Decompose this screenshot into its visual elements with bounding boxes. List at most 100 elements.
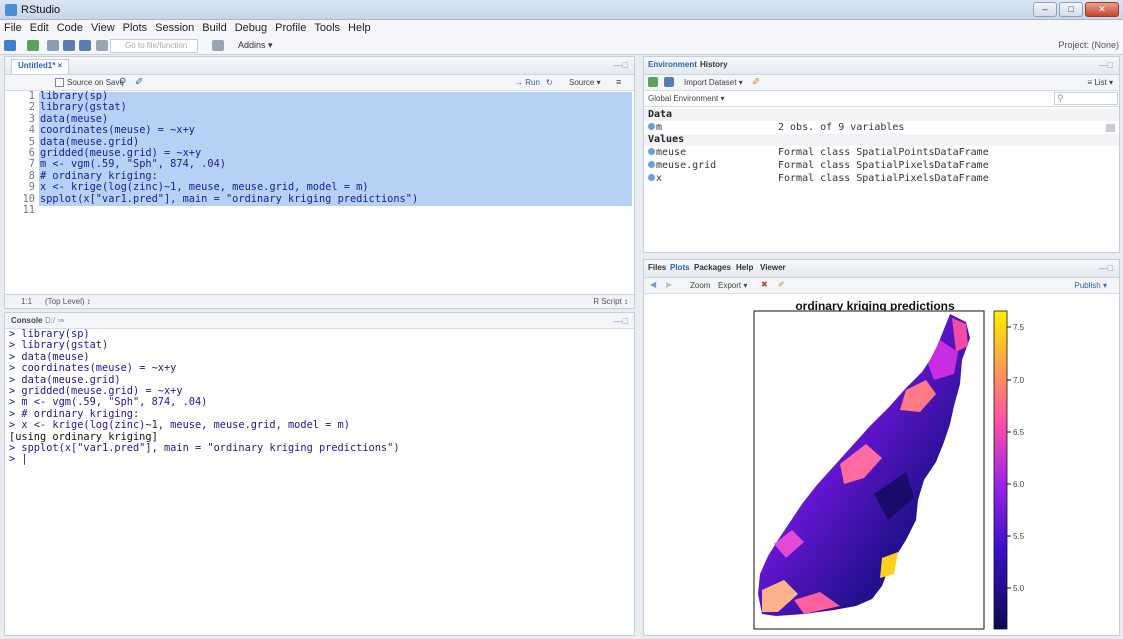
tab-plots[interactable]: Plots bbox=[670, 263, 690, 272]
console-maximize-icon[interactable]: —□ bbox=[614, 316, 628, 326]
minimize-button[interactable]: – bbox=[1033, 2, 1057, 17]
editor-toolbar: Source on Save ⚲ ✐ → Run ↻ Source ▾ ≡ bbox=[5, 75, 634, 91]
console-line: > x <- krige(log(zinc)~1, meuse, meuse.g… bbox=[9, 419, 350, 432]
menu-edit[interactable]: Edit bbox=[26, 20, 53, 37]
scope-bar: Global Environment ▾ ⚲ bbox=[644, 91, 1119, 107]
console-pane: Console D:/ ⇒ —□ > library(sp) > library… bbox=[4, 312, 635, 636]
code-tools-icon[interactable]: ✐ bbox=[135, 77, 143, 88]
save-all-icon[interactable] bbox=[79, 40, 91, 51]
goto-file-input[interactable]: Go to file/function bbox=[110, 39, 198, 53]
menu-help[interactable]: Help bbox=[344, 20, 375, 37]
source-button[interactable]: Source ▾ bbox=[569, 78, 601, 87]
console-line: > coordinates(meuse) = ~x+y bbox=[9, 362, 177, 375]
expand-icon[interactable] bbox=[648, 148, 655, 155]
scope-selector[interactable]: (Top Level) ↕ bbox=[45, 297, 91, 306]
plot-area: ordinary kriging predictions 7.5 7.0 6.5… bbox=[644, 294, 1119, 635]
pane-maximize-icon[interactable]: —□ bbox=[614, 60, 628, 70]
new-file-icon[interactable] bbox=[4, 40, 16, 51]
global-environment-selector[interactable]: Global Environment ▾ bbox=[648, 94, 725, 103]
remove-plot-icon[interactable]: ✖ bbox=[761, 280, 768, 289]
plots-tabbar: Files Plots Packages Help Viewer —□ bbox=[644, 260, 1119, 278]
expand-icon[interactable] bbox=[648, 174, 655, 181]
tab-environment[interactable]: Environment bbox=[648, 60, 697, 69]
tab-untitled1[interactable]: Untitled1* × bbox=[11, 59, 70, 74]
main-toolbar: Go to file/function Addins ▾ Project: (N… bbox=[0, 37, 1123, 55]
menu-profile[interactable]: Profile bbox=[271, 20, 310, 37]
publish-button[interactable]: Publish ▾ bbox=[1075, 281, 1107, 290]
code-editor[interactable]: 1 library(sp) 2 library(gstat) 3 data(meuse… bbox=[5, 90, 634, 216]
back-arrow-icon[interactable]: ◀ bbox=[650, 280, 656, 289]
save-icon[interactable] bbox=[63, 40, 75, 51]
outline-icon[interactable]: ≡ bbox=[616, 77, 621, 87]
search-icon[interactable]: ⚲ bbox=[119, 77, 126, 88]
console-output[interactable]: > library(sp) > library(gstat) > data(me… bbox=[5, 328, 634, 466]
import-dataset-button[interactable]: Import Dataset ▾ bbox=[684, 78, 743, 87]
clear-plots-icon[interactable]: ✐ bbox=[778, 280, 785, 289]
env-row-m[interactable]: m2 obs. of 9 variables bbox=[644, 121, 1119, 134]
menu-session[interactable]: Session bbox=[151, 20, 198, 37]
color-key-bar bbox=[993, 310, 1008, 630]
project-menu[interactable]: Project: (None) bbox=[1058, 40, 1119, 50]
load-workspace-icon[interactable] bbox=[648, 77, 658, 87]
menu-view[interactable]: View bbox=[87, 20, 119, 37]
source-editor-pane: Untitled1* × —□ Source on Save ⚲ ✐ → Run… bbox=[4, 56, 635, 309]
env-row-meuse[interactable]: meuse Formal class SpatialPointsDataFrame bbox=[644, 146, 1119, 159]
tab-files[interactable]: Files bbox=[648, 263, 666, 272]
menu-file[interactable]: File bbox=[0, 20, 26, 37]
expand-icon[interactable] bbox=[648, 161, 655, 168]
data-section-header: Data bbox=[644, 109, 1119, 121]
maximize-button[interactable]: □ bbox=[1059, 2, 1083, 17]
source-on-save-checkbox[interactable] bbox=[55, 78, 64, 87]
print-icon[interactable] bbox=[96, 40, 108, 51]
grid-icon[interactable] bbox=[212, 40, 224, 51]
zoom-button[interactable]: Zoom bbox=[690, 281, 710, 290]
code-line: 10 spplot(x["var1.pred"], main = "ordinar… bbox=[22, 192, 419, 205]
rstudio-logo-icon bbox=[5, 4, 17, 16]
window-title: RStudio bbox=[21, 4, 61, 16]
tab-history[interactable]: History bbox=[700, 60, 728, 69]
console-prompt[interactable]: > | bbox=[5, 454, 634, 466]
code-line: 4 coordinates(meuse) = ~x+y bbox=[28, 124, 195, 137]
expand-icon[interactable] bbox=[648, 123, 655, 130]
view-table-icon[interactable] bbox=[1106, 124, 1115, 132]
env-maximize-icon[interactable]: —□ bbox=[1099, 60, 1113, 70]
rerun-icon[interactable]: ↻ bbox=[546, 78, 553, 87]
color-key-label: 7.5 bbox=[1013, 323, 1025, 332]
env-row-x[interactable]: x Formal class SpatialPixelsDataFrame bbox=[644, 172, 1119, 185]
menu-code[interactable]: Code bbox=[53, 20, 87, 37]
color-key-label: 6.5 bbox=[1013, 428, 1025, 437]
file-type-selector[interactable]: R Script ↕ bbox=[593, 297, 628, 306]
run-button[interactable]: → Run bbox=[515, 78, 540, 87]
values-section-header: Values bbox=[644, 134, 1119, 146]
tab-packages[interactable]: Packages bbox=[694, 263, 731, 272]
source-on-save-label: Source on Save bbox=[67, 78, 124, 87]
environment-toolbar: Import Dataset ▾ ✐ ≡ List ▾ bbox=[644, 75, 1119, 91]
new-project-icon[interactable] bbox=[27, 40, 39, 51]
console-line: > library(gstat) bbox=[9, 339, 109, 352]
plots-maximize-icon[interactable]: —□ bbox=[1099, 263, 1113, 273]
menu-plots[interactable]: Plots bbox=[119, 20, 151, 37]
code-line: 9x <- krige(log(zinc)~1, meuse, meuse.gr… bbox=[28, 181, 369, 194]
tab-help[interactable]: Help bbox=[736, 263, 753, 272]
console-title: Console bbox=[11, 316, 43, 325]
plots-toolbar: ◀ ▶ Zoom Export ▾ ✖ ✐ Publish ▾ bbox=[644, 278, 1119, 294]
menu-debug[interactable]: Debug bbox=[231, 20, 271, 37]
env-row-meuse-grid[interactable]: meuse.grid Formal class SpatialPixelsData… bbox=[644, 159, 1119, 172]
env-search-input[interactable]: ⚲ bbox=[1054, 92, 1118, 105]
menu-tools[interactable]: Tools bbox=[310, 20, 344, 37]
console-header: Console D:/ ⇒ —□ bbox=[5, 313, 634, 329]
console-line: > spplot(x["var1.pred"], main = "ordinar… bbox=[9, 442, 400, 455]
export-button[interactable]: Export ▾ bbox=[718, 281, 747, 290]
list-view-button[interactable]: ≡ List ▾ bbox=[1087, 78, 1113, 87]
tab-viewer[interactable]: Viewer bbox=[760, 263, 786, 272]
broom-icon[interactable]: ✐ bbox=[752, 77, 760, 88]
menu-build[interactable]: Build bbox=[198, 20, 230, 37]
save-workspace-icon[interactable] bbox=[664, 77, 674, 87]
forward-arrow-icon[interactable]: ▶ bbox=[666, 280, 672, 289]
window-controls: – □ ✕ bbox=[1033, 2, 1119, 17]
console-path[interactable]: D:/ ⇒ bbox=[45, 316, 64, 325]
open-file-icon[interactable] bbox=[47, 40, 59, 51]
addins-button[interactable]: Addins ▾ bbox=[238, 40, 273, 51]
close-button[interactable]: ✕ bbox=[1085, 2, 1119, 17]
title-bar: RStudio – □ ✕ bbox=[0, 0, 1123, 20]
